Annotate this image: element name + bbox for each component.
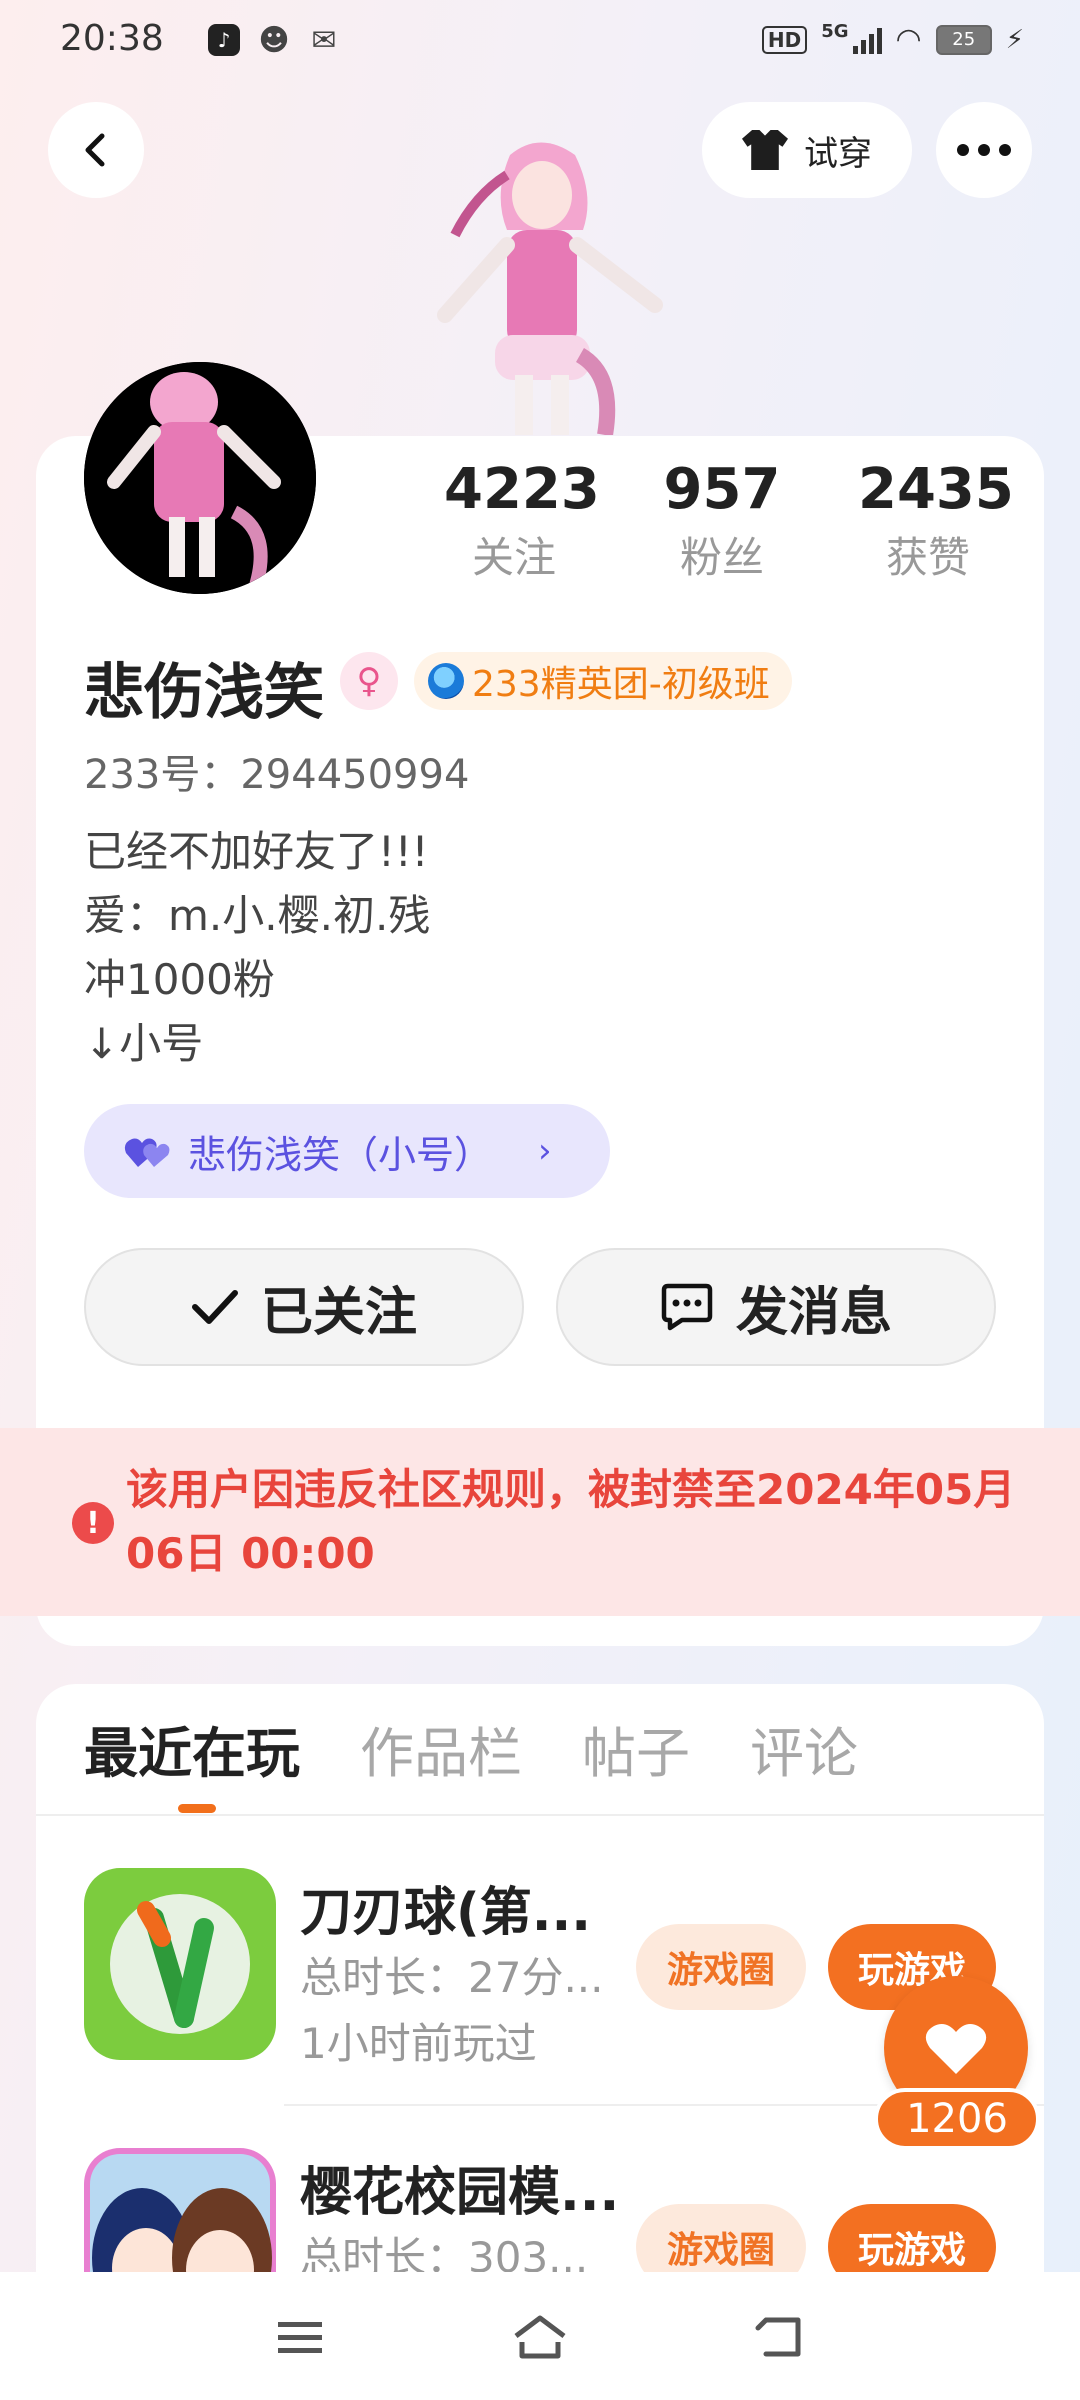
chat-bubble-icon: [661, 1283, 713, 1331]
hd-icon: HD: [761, 25, 808, 54]
network-label: 5G: [821, 21, 849, 42]
divider: [36, 1814, 1044, 1816]
charging-icon: ⚡: [1005, 24, 1024, 55]
game-list-item[interactable]: 刀刃球(第... 总时长：27分... 1小时前玩过 游戏圈 玩游戏: [84, 1868, 996, 2078]
signal-icon: [852, 26, 882, 54]
linked-hearts-icon: [124, 1131, 170, 1171]
check-icon: [191, 1290, 238, 1324]
home-nav-button[interactable]: [510, 2312, 570, 2362]
game-icon-blade-ball: [84, 1868, 276, 2060]
likes-received-label: 获赞: [885, 533, 970, 582]
send-message-label: 发消息: [735, 1282, 892, 1343]
face-icon: ☻: [258, 22, 290, 58]
system-nav-bar: [0, 2272, 1080, 2400]
try-on-label: 试穿: [804, 133, 872, 174]
tab-works[interactable]: 作品栏: [360, 1714, 522, 1794]
wifi-icon: ◠: [895, 22, 922, 57]
game-circle-button[interactable]: 游戏圈: [636, 1924, 806, 2010]
game-title: 樱花校园模...: [300, 2163, 620, 2223]
bio-line: 已经不加好友了!!!: [84, 827, 429, 876]
likes-received-count: 2435: [858, 457, 1014, 522]
bio: 已经不加好友了!!! 爱：m.小.樱.初.残 冲1000粉 ↓小号: [84, 820, 430, 1076]
send-message-button[interactable]: 发消息: [556, 1248, 996, 1366]
fans-label: 粉丝: [679, 533, 764, 582]
female-gender-icon: ♀: [340, 652, 398, 710]
shirt-icon: [742, 130, 788, 170]
status-indicators: HD 5G ◠ 25 ⚡: [761, 21, 1024, 57]
status-bar: 20:38 ♪ ☻ ✉ HD 5G ◠ 25 ⚡: [0, 0, 1080, 80]
active-tab-indicator: [178, 1804, 216, 1813]
menu-nav-button[interactable]: [270, 2312, 330, 2362]
followed-button[interactable]: 已关注: [84, 1248, 524, 1366]
battery-icon: 25: [935, 24, 992, 55]
home-icon: [514, 2315, 566, 2359]
likes-stat[interactable]: 2435 获赞: [858, 456, 1014, 586]
heart-icon: [925, 2024, 987, 2074]
tiktok-icon: ♪: [208, 24, 240, 56]
back-button[interactable]: [48, 102, 144, 198]
following-count: 4223: [444, 457, 600, 522]
badge-icon: [428, 663, 464, 699]
avatar-character-image[interactable]: [415, 135, 665, 437]
try-on-button[interactable]: 试穿: [702, 102, 912, 198]
bio-line: 冲1000粉: [84, 955, 275, 1004]
fans-stat[interactable]: 957 粉丝: [652, 456, 792, 586]
following-label: 关注: [471, 533, 556, 582]
like-count: 1206: [874, 2088, 1040, 2150]
fans-count: 957: [663, 457, 781, 522]
alt-account-label: 悲伤浅笑（小号）: [188, 1132, 493, 1177]
followed-label: 已关注: [260, 1282, 417, 1343]
game-last-played: 1小时前玩过: [300, 2019, 537, 2068]
game-duration: 总时长：27分...: [300, 1953, 604, 2002]
bio-line: 爱：m.小.樱.初.残: [84, 891, 431, 940]
wechat-icon: ✉: [311, 22, 337, 58]
avatar[interactable]: [84, 362, 316, 594]
alert-icon: !: [72, 1502, 114, 1544]
following-stat[interactable]: 4223 关注: [444, 456, 600, 586]
chevron-right-icon: ›: [538, 1131, 552, 1171]
user-id: 233号：294450994: [84, 752, 470, 798]
back-arrow-icon: [755, 2317, 801, 2357]
tab-recently-played[interactable]: 最近在玩: [84, 1714, 300, 1794]
game-title: 刀刃球(第...: [300, 1883, 592, 1943]
nickname: 悲伤浅笑: [84, 658, 324, 728]
alt-account-link[interactable]: 悲伤浅笑（小号） ›: [84, 1104, 610, 1198]
group-badge[interactable]: 233精英团-初级班: [414, 652, 792, 710]
bio-line: ↓小号: [84, 1019, 204, 1068]
more-dots-icon: [957, 144, 1011, 156]
status-time: 20:38: [60, 18, 164, 59]
ban-notice-banner: ! 该用户因违反社区规则，被封禁至2024年05月06日 00:00: [0, 1428, 1080, 1616]
back-nav-button[interactable]: [752, 2312, 812, 2362]
tab-comments[interactable]: 评论: [750, 1714, 858, 1794]
badge-label: 233精英团-初级班: [472, 664, 770, 705]
profile-tabs: 最近在玩 作品栏 帖子 评论: [84, 1714, 858, 1794]
more-button[interactable]: [936, 102, 1032, 198]
tab-posts[interactable]: 帖子: [582, 1714, 690, 1794]
chevron-left-icon: [85, 133, 105, 167]
menu-icon: [278, 2322, 322, 2353]
ban-notice-text: 该用户因违反社区规则，被封禁至2024年05月06日 00:00: [126, 1465, 1016, 1578]
status-app-icons: ♪ ☻ ✉: [208, 22, 340, 58]
